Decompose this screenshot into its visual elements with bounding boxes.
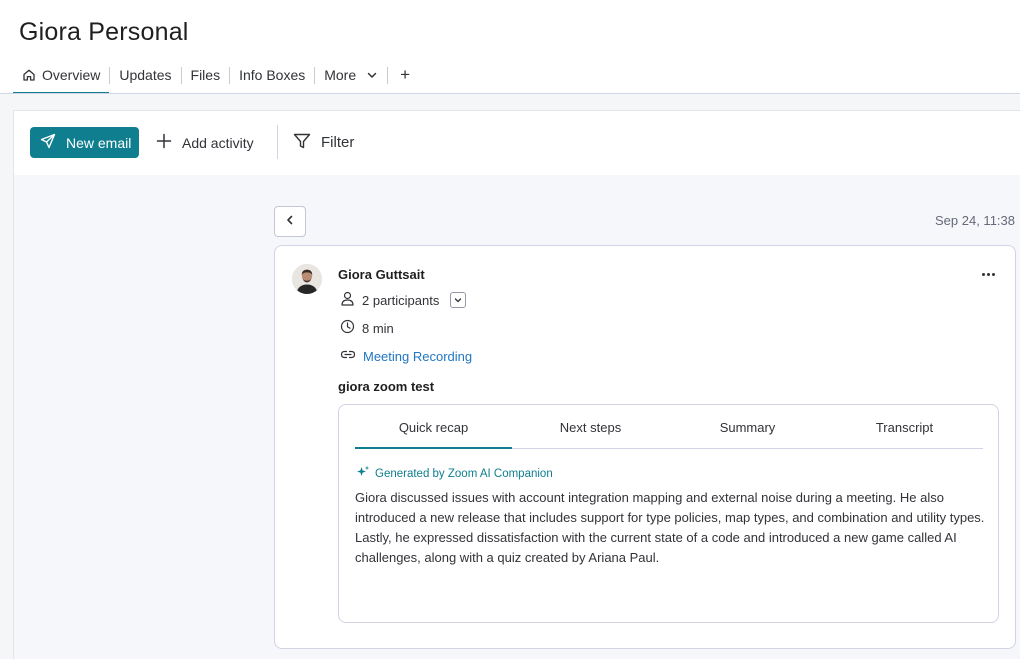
board-tabs: Overview Updates Files Info Boxes More +: [13, 56, 422, 94]
tab-transcript[interactable]: Transcript: [826, 411, 983, 448]
person-icon: [340, 291, 355, 309]
tab-more[interactable]: More: [315, 56, 387, 94]
meeting-title: giora zoom test: [338, 379, 435, 394]
duration-row: 8 min: [340, 319, 394, 337]
tab-next-steps[interactable]: Next steps: [512, 411, 669, 448]
author-name: Giora Guttsait: [338, 267, 425, 282]
recording-row: Meeting Recording: [340, 347, 472, 365]
participants-count: 2 participants: [362, 292, 440, 308]
ai-label-text: Generated by Zoom AI Companion: [375, 467, 553, 480]
filter-icon: [293, 132, 311, 153]
duration-value: 8 min: [362, 320, 394, 336]
home-icon: [22, 68, 36, 82]
send-icon: [40, 133, 56, 152]
tab-overview[interactable]: Overview: [13, 56, 110, 94]
link-icon: [340, 347, 356, 365]
tab-info-boxes[interactable]: Info Boxes: [230, 56, 314, 94]
add-activity-label: Add activity: [182, 134, 254, 151]
toolbar-divider: [277, 125, 278, 159]
avatar: [292, 264, 322, 294]
tab-summary[interactable]: Summary: [669, 411, 826, 448]
add-activity-button[interactable]: Add activity: [156, 127, 254, 158]
page-title: Giora Personal: [19, 18, 189, 46]
clock-icon: [340, 319, 355, 337]
new-email-button[interactable]: New email: [30, 127, 139, 158]
filter-label: Filter: [321, 134, 355, 151]
activity-timestamp: Sep 24, 11:38: [935, 213, 1015, 228]
ai-generated-label: Generated by Zoom AI Companion: [356, 465, 553, 482]
chevron-left-icon: [284, 213, 296, 231]
recap-text: Giora discussed issues with account inte…: [355, 490, 985, 565]
recap-tabs: Quick recap Next steps Summary Transcrip…: [355, 411, 983, 449]
tab-files[interactable]: Files: [182, 56, 230, 94]
tab-more-label: More: [324, 67, 357, 83]
participants-row: 2 participants: [340, 291, 467, 309]
tab-updates[interactable]: Updates: [110, 56, 180, 94]
collapse-button[interactable]: [274, 206, 306, 237]
filter-button[interactable]: Filter: [293, 127, 354, 158]
meeting-recording-link[interactable]: Meeting Recording: [363, 349, 472, 364]
participants-dropdown[interactable]: [450, 292, 467, 308]
add-view-button[interactable]: +: [388, 56, 422, 94]
chevron-down-icon: [455, 298, 462, 303]
sparkle-icon: [356, 465, 370, 482]
tab-overview-label: Overview: [42, 67, 101, 83]
chevron-down-icon: [366, 69, 378, 81]
more-icon[interactable]: [978, 265, 998, 283]
plus-icon: [156, 133, 172, 152]
tab-quick-recap[interactable]: Quick recap: [355, 411, 512, 449]
new-email-label: New email: [66, 134, 132, 151]
